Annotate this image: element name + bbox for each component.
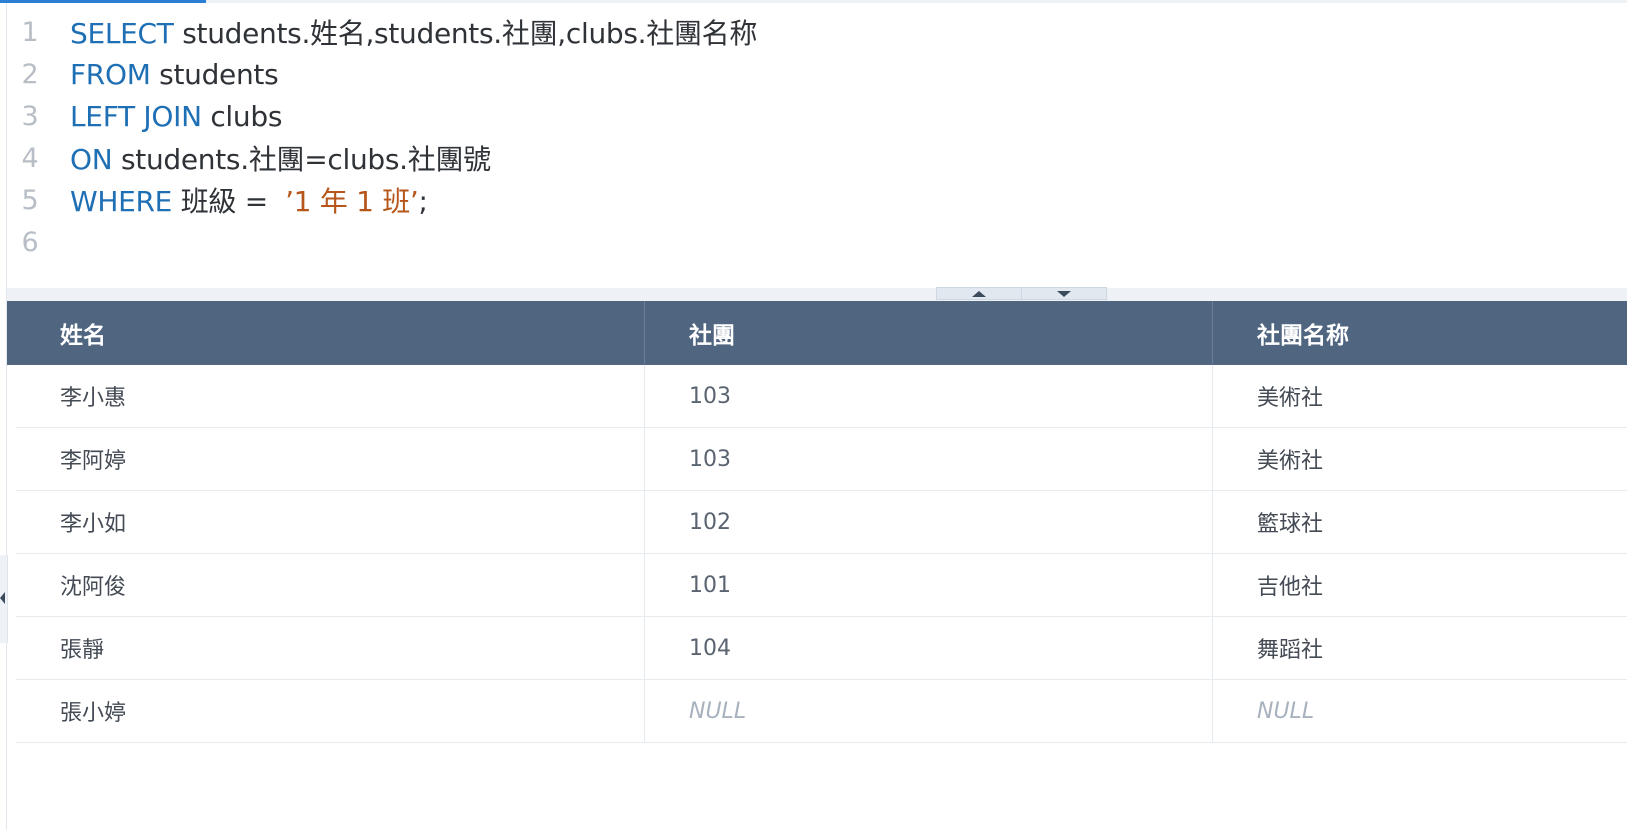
sql-code-editor[interactable]: 1 SELECT students.姓名,students.社團,clubs.社團… <box>7 3 1627 289</box>
code-text: FROM students <box>70 57 279 91</box>
table-row[interactable]: 李阿婷 103 美術社 <box>16 428 1627 491</box>
cell-value: 舞蹈社 <box>1257 638 1324 663</box>
column-header-club[interactable]: 社團 <box>645 301 1213 365</box>
sql-string: ’1 年 1 班’ <box>285 185 419 218</box>
cell-name[interactable]: 李小惠 <box>16 365 645 427</box>
sql-keyword: LEFT JOIN <box>70 99 202 133</box>
cell-value: 張靜 <box>60 638 105 663</box>
table-row[interactable]: 李小惠 103 美術社 <box>16 365 1627 428</box>
chevron-up-icon <box>972 290 986 297</box>
cell-value: 104 <box>689 635 731 661</box>
sql-token: students.姓名,students.社團,clubs.社團名称 <box>173 17 758 50</box>
cell-name[interactable]: 張小婷 <box>16 680 645 742</box>
cell-value: 李阿婷 <box>60 449 127 474</box>
code-line[interactable]: 2 FROM students <box>7 52 279 96</box>
collapse-up-button[interactable] <box>936 287 1022 300</box>
sql-token: students.社團=clubs.社團號 <box>112 143 491 176</box>
chevron-left-icon <box>0 592 5 604</box>
sql-editor-app: 1 SELECT students.姓名,students.社團,clubs.社團… <box>0 0 1627 830</box>
cell-value: 103 <box>689 383 731 409</box>
code-text: SELECT students.姓名,students.社團,clubs.社團名… <box>70 12 757 52</box>
table-row[interactable]: 張靜 104 舞蹈社 <box>16 617 1627 680</box>
cell-club-name[interactable]: 舞蹈社 <box>1213 617 1627 679</box>
code-line[interactable]: 6 <box>7 220 70 264</box>
table-row[interactable]: 李小如 102 籃球社 <box>16 491 1627 554</box>
sql-token: 班級 = <box>172 185 286 218</box>
code-line[interactable]: 4 ON students.社團=clubs.社團號 <box>7 136 492 180</box>
result-grid: 姓名 社團 社團名称 李小惠 103 美術社 李阿婷 103 美術社 李小如 102 籃球社 沈阿… <box>7 301 1627 743</box>
cell-club-name[interactable]: NULL <box>1213 680 1627 742</box>
cell-name[interactable]: 李阿婷 <box>16 428 645 490</box>
cell-name[interactable]: 李小如 <box>16 491 645 553</box>
cell-club[interactable]: 101 <box>645 554 1213 616</box>
code-text: ON students.社團=clubs.社團號 <box>70 138 491 178</box>
cell-name[interactable]: 沈阿俊 <box>16 554 645 616</box>
sql-keyword: FROM <box>70 57 151 91</box>
cell-value: 張小婷 <box>60 701 127 726</box>
cell-club-name[interactable]: 吉他社 <box>1213 554 1627 616</box>
cell-club[interactable]: 102 <box>645 491 1213 553</box>
line-number: 1 <box>21 16 39 48</box>
cell-club[interactable]: 104 <box>645 617 1213 679</box>
cell-value: 吉他社 <box>1257 575 1324 600</box>
table-row[interactable]: 張小婷 NULL NULL <box>16 680 1627 743</box>
cell-value: 籃球社 <box>1257 512 1324 537</box>
cell-club-name[interactable]: 美術社 <box>1213 428 1627 490</box>
cell-value: 102 <box>689 509 731 535</box>
code-text: WHERE 班級 = ’1 年 1 班’; <box>70 180 428 220</box>
cell-name[interactable]: 張靜 <box>16 617 645 679</box>
result-grid-header: 姓名 社團 社團名称 <box>7 301 1627 365</box>
sql-token: students <box>150 57 279 91</box>
code-line[interactable]: 1 SELECT students.姓名,students.社團,clubs.社團… <box>7 10 758 54</box>
null-value: NULL <box>689 698 747 724</box>
collapse-down-button[interactable] <box>1021 287 1107 300</box>
code-line[interactable]: 5 WHERE 班級 = ’1 年 1 班’; <box>7 178 428 222</box>
line-number: 6 <box>21 226 39 258</box>
sql-token: ; <box>418 185 428 218</box>
code-line[interactable]: 3 LEFT JOIN clubs <box>7 94 283 138</box>
cell-value: 李小如 <box>60 512 127 537</box>
sql-keyword: SELECT <box>70 17 174 50</box>
line-number: 2 <box>21 58 39 90</box>
sql-keyword: WHERE <box>70 185 173 218</box>
column-header-club-name[interactable]: 社團名称 <box>1213 301 1627 365</box>
cell-value: 美術社 <box>1257 449 1324 474</box>
panel-splitter[interactable] <box>7 288 1627 301</box>
sql-token: clubs <box>201 99 283 133</box>
cell-value: 李小惠 <box>60 386 127 411</box>
cell-value: 103 <box>689 446 731 472</box>
column-header-name[interactable]: 姓名 <box>7 301 645 365</box>
null-value: NULL <box>1257 698 1315 724</box>
cell-value: 美術社 <box>1257 386 1324 411</box>
cell-club[interactable]: 103 <box>645 365 1213 427</box>
table-row[interactable]: 沈阿俊 101 吉他社 <box>16 554 1627 617</box>
code-text: LEFT JOIN clubs <box>70 100 282 133</box>
cell-club-name[interactable]: 籃球社 <box>1213 491 1627 553</box>
cell-club[interactable]: NULL <box>645 680 1213 742</box>
cell-value: 101 <box>689 572 731 598</box>
sql-keyword: ON <box>70 143 113 176</box>
line-number: 4 <box>21 142 39 174</box>
line-number: 5 <box>21 184 39 216</box>
cell-value: 沈阿俊 <box>60 575 127 600</box>
cell-club-name[interactable]: 美術社 <box>1213 365 1627 427</box>
line-number: 3 <box>21 100 39 132</box>
chevron-down-icon <box>1057 290 1071 297</box>
cell-club[interactable]: 103 <box>645 428 1213 490</box>
result-grid-body: 李小惠 103 美術社 李阿婷 103 美術社 李小如 102 籃球社 沈阿俊 101 吉他社 張靜 10… <box>7 365 1627 743</box>
